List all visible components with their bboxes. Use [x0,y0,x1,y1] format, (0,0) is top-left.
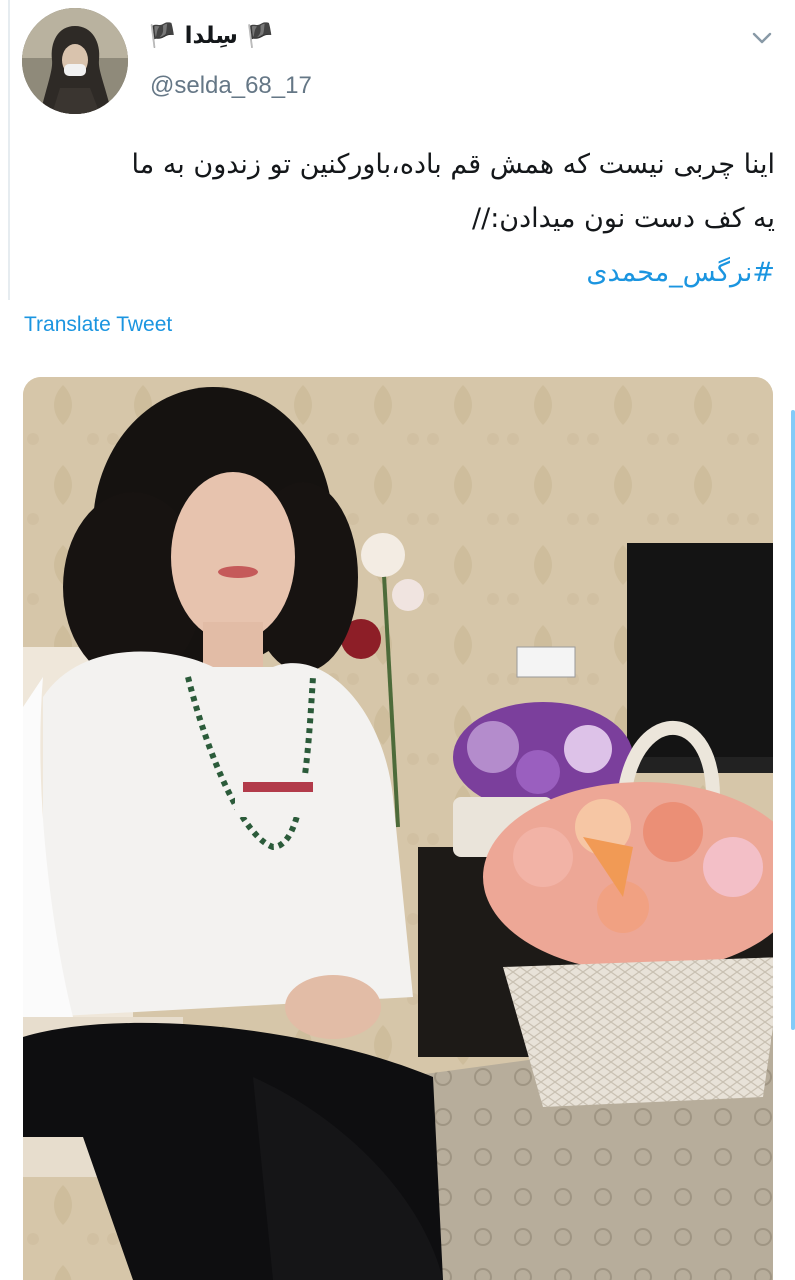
tweet-text-line: یه کف دست نون میدادن:// [472,203,775,234]
user-handle[interactable]: @selda_68_17 [150,72,312,100]
tweet-media[interactable] [23,377,773,1280]
translate-tweet-link[interactable]: Translate Tweet [24,313,172,337]
photo-icon [23,377,773,1280]
chevron-down-icon[interactable] [750,28,774,48]
tweet-text-line: اینا چربی نیست که همش قم باده،باورکنین ت… [131,149,775,180]
timeline-border [8,0,10,300]
display-name[interactable]: 🏴 سِلدا 🏴 [148,22,274,49]
tweet-text: اینا چربی نیست که همش قم باده،باورکنین ت… [15,138,775,300]
hashtag-link[interactable]: #نرگس_محمدی [586,257,775,288]
avatar-photo-icon [22,8,128,114]
avatar[interactable] [22,8,128,114]
scrollbar[interactable] [791,410,795,1030]
